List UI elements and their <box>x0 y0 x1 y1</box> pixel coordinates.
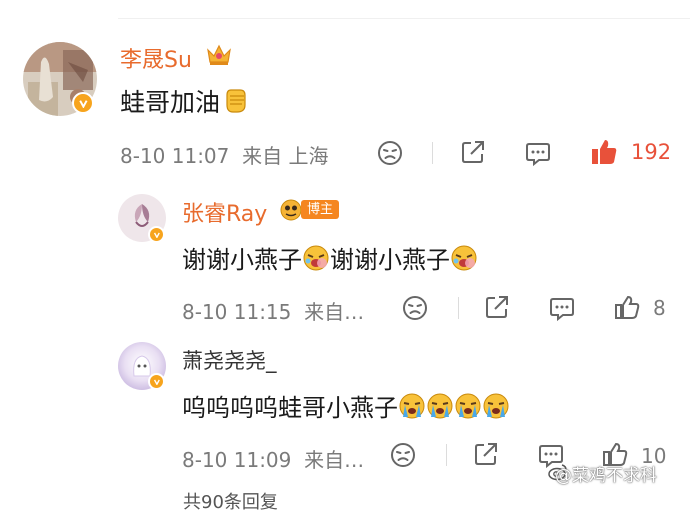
cry-emoji-icon <box>454 392 482 426</box>
reply-location: 来自… <box>304 448 365 472</box>
comment-text: 蛙哥加油 <box>120 83 250 121</box>
action-divider <box>458 297 459 319</box>
verified-badge-icon <box>148 226 165 243</box>
verified-badge-icon <box>148 373 165 390</box>
fist-emoji-icon <box>220 85 250 121</box>
divider-top <box>118 18 690 19</box>
more-replies-link[interactable]: 共90条回复 <box>183 488 278 514</box>
action-divider <box>432 142 433 164</box>
reply-text-part2: 谢谢小燕子 <box>330 246 450 274</box>
reply-time: 8-10 11:09 <box>182 448 292 472</box>
comment-username[interactable]: 李晟Su <box>120 42 192 74</box>
reply-meta: 8-10 11:15 来自… <box>182 296 364 325</box>
reply-text: 呜呜呜呜蛙哥小燕子 <box>182 388 510 426</box>
share-icon[interactable] <box>472 440 500 468</box>
comment-icon[interactable] <box>524 139 552 167</box>
blogger-emoji-icon <box>279 197 303 221</box>
reply-time: 8-10 11:15 <box>182 300 292 324</box>
like-thumb-icon[interactable] <box>613 293 641 321</box>
dislike-face-icon[interactable] <box>389 441 417 469</box>
comment-icon[interactable] <box>548 294 576 322</box>
verified-badge-icon <box>72 92 94 114</box>
like-count: 8 <box>653 296 666 320</box>
share-icon[interactable] <box>483 293 511 321</box>
dislike-face-icon[interactable] <box>376 139 404 167</box>
share-icon[interactable] <box>459 138 487 166</box>
blogger-tag: 博主 <box>301 200 340 219</box>
reply-username[interactable]: 萧尧尧尧_ <box>182 345 277 375</box>
comment-location: 来自 上海 <box>242 144 329 168</box>
laugh-cry-emoji-icon <box>302 244 330 278</box>
laugh-cry-emoji-icon <box>450 244 478 278</box>
reply-location: 来自… <box>304 300 365 324</box>
crown-icon <box>205 41 233 67</box>
like-count: 192 <box>631 140 672 164</box>
action-divider <box>446 444 447 466</box>
cry-emoji-icon <box>426 392 454 426</box>
reply-text-part1: 谢谢小燕子 <box>182 246 302 274</box>
reply-text-body: 呜呜呜呜蛙哥小燕子 <box>182 394 398 422</box>
comment-text-body: 蛙哥加油 <box>120 88 221 117</box>
reply-text: 谢谢小燕子 谢谢小燕子 <box>182 240 478 278</box>
cry-emoji-icon <box>482 392 510 426</box>
reply-username[interactable]: 张睿Ray <box>182 196 267 228</box>
watermark-text: @菜鸡不求科 <box>555 466 657 486</box>
reply-meta: 8-10 11:09 来自… <box>182 444 364 473</box>
like-thumb-icon[interactable] <box>589 137 619 167</box>
dislike-face-icon[interactable] <box>401 294 429 322</box>
cry-emoji-icon <box>398 392 426 426</box>
comment-time: 8-10 11:07 <box>120 144 230 168</box>
comment-meta: 8-10 11:07 来自 上海 <box>120 140 328 169</box>
